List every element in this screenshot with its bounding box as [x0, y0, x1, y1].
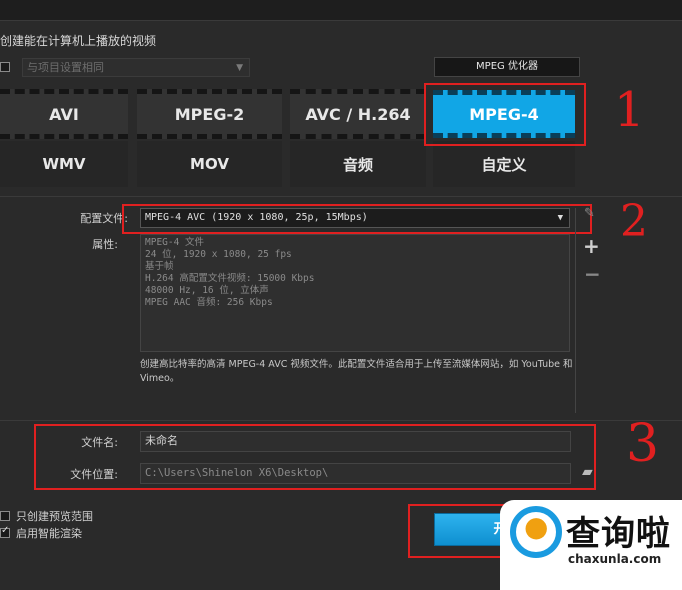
highlight-box-format: [424, 83, 586, 146]
divider: [0, 420, 682, 421]
mpeg-optimizer-button[interactable]: MPEG 优化器: [434, 57, 580, 77]
annotation-number-1: 1: [614, 82, 645, 138]
title-bar: [0, 0, 682, 21]
properties-line: 48000 Hz, 16 位, 立体声: [145, 285, 269, 296]
project-setting-combo[interactable]: 与项目设置相同 ▼: [22, 58, 250, 77]
format-avc-h264-button[interactable]: AVC / H.264: [290, 89, 426, 139]
annotation-number-3: 3: [626, 414, 660, 474]
smart-render-checkbox[interactable]: ✓: [0, 525, 10, 538]
chevron-down-icon: ▼: [236, 63, 243, 73]
preview-range-label: 只创建预览范围: [16, 510, 93, 523]
profile-description: 创建高比特率的高清 MPEG-4 AVC 视频文件。此配置文件适合用于上传至流媒…: [140, 359, 573, 384]
properties-label: 属性:: [92, 238, 118, 251]
watermark-logo-dot-icon: ●: [524, 510, 549, 543]
properties-line: MPEG AAC 音频: 256 Kbps: [145, 297, 273, 308]
properties-box: MPEG-4 文件 24 位, 1920 x 1080, 25 fps 基于帧 …: [140, 234, 570, 352]
format-avi-button[interactable]: AVI: [0, 89, 128, 139]
divider: [0, 196, 682, 197]
edit-pencil-icon[interactable]: ✎: [584, 206, 595, 221]
format-audio-button[interactable]: 音频: [290, 141, 426, 187]
properties-line: 基于帧: [145, 261, 174, 272]
annotation-number-2: 2: [620, 196, 648, 247]
format-mpeg2-button[interactable]: MPEG-2: [137, 89, 282, 139]
highlight-box-file: [34, 424, 596, 490]
properties-line: MPEG-4 文件: [145, 237, 205, 248]
smart-render-label: 启用智能渲染: [16, 527, 82, 540]
format-mov-button[interactable]: MOV: [137, 141, 282, 187]
profile-label: 配置文件:: [80, 212, 128, 225]
vertical-separator: [575, 208, 576, 413]
check-icon: ✓: [1, 525, 10, 536]
properties-line: H.264 高配置文件视频: 15000 Kbps: [145, 273, 315, 284]
remove-icon[interactable]: −: [584, 262, 601, 286]
watermark-url: chaxunla.com: [568, 552, 662, 566]
highlight-box-profile: [122, 204, 592, 234]
project-setting-combo-value: 与项目设置相同: [27, 61, 104, 74]
format-wmv-button[interactable]: WMV: [0, 141, 128, 187]
add-icon[interactable]: +: [583, 234, 600, 258]
watermark-brand: 查询啦: [566, 514, 671, 554]
format-custom-button[interactable]: 自定义: [433, 141, 575, 187]
dialog-heading: 创建能在计算机上播放的视频: [0, 34, 157, 48]
properties-line: 24 位, 1920 x 1080, 25 fps: [145, 249, 292, 260]
project-setting-checkbox[interactable]: [0, 62, 10, 72]
preview-range-checkbox[interactable]: [0, 511, 10, 521]
